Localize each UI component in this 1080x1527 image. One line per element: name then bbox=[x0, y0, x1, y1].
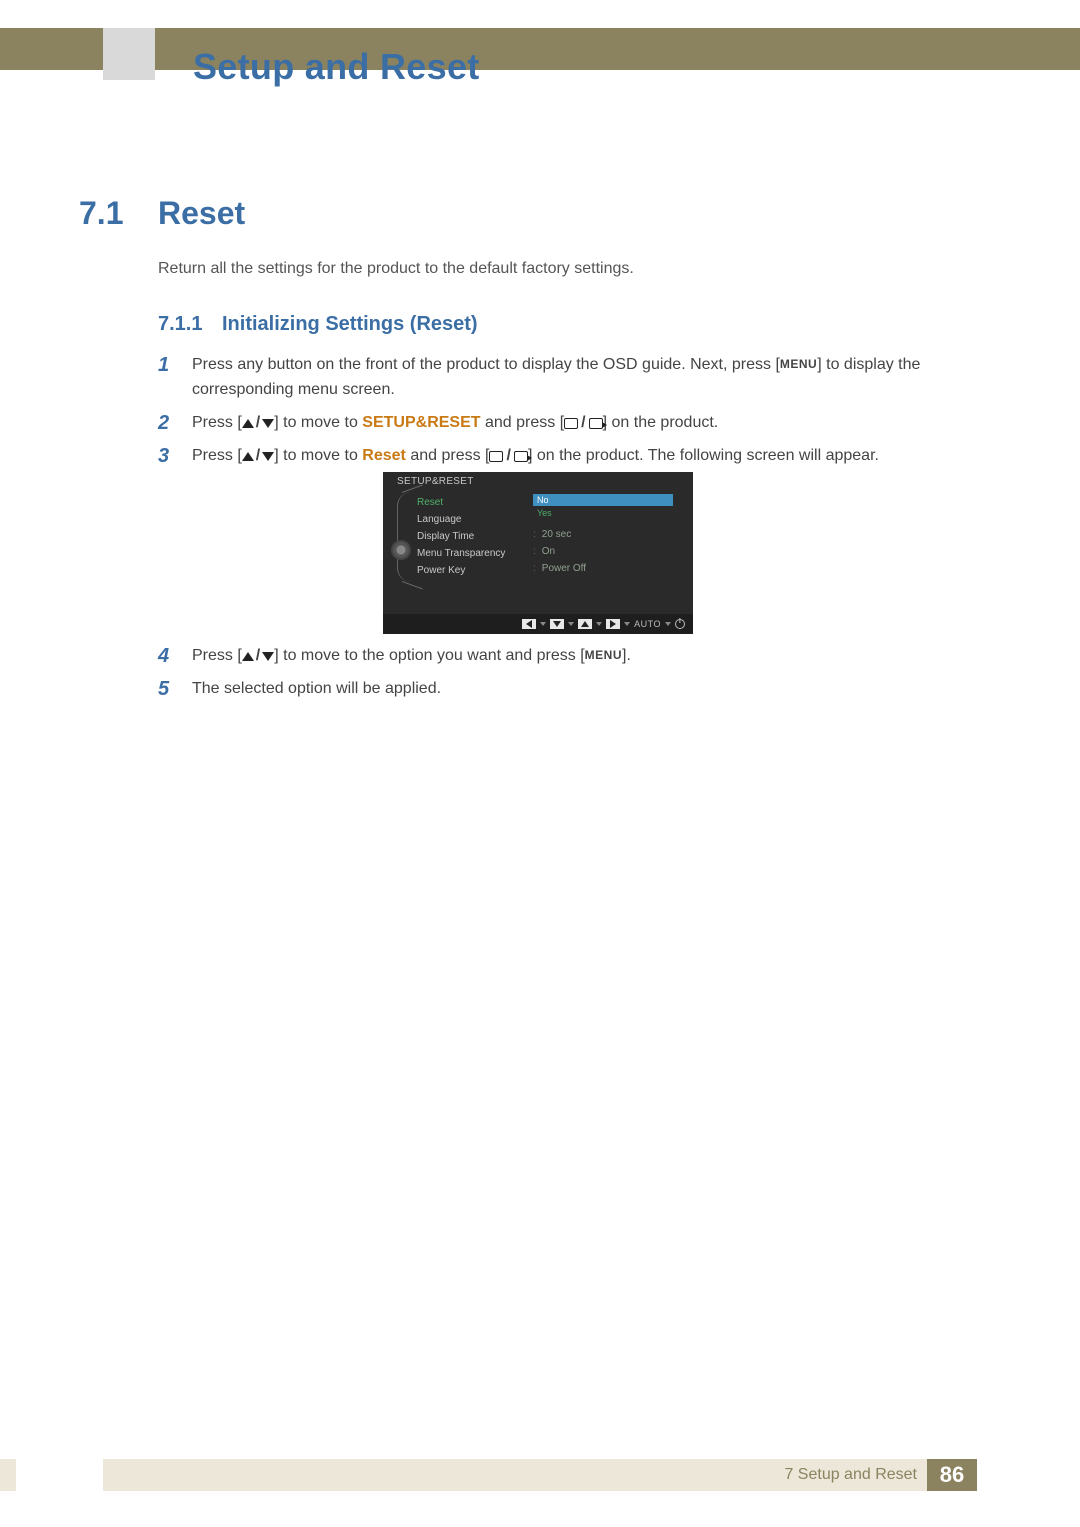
chevron-down-icon bbox=[624, 622, 630, 626]
step-2: 2 Press [/] to move to SETUP&RESET and p… bbox=[158, 411, 958, 436]
osd-item-display-time: Display Time bbox=[417, 528, 505, 545]
subsection-number: 7.1.1 bbox=[158, 313, 202, 336]
osd-values: :20 sec :On :Power Off bbox=[533, 526, 586, 577]
t: and press [ bbox=[481, 414, 565, 431]
header-band bbox=[0, 28, 1080, 70]
chapter-title: Setup and Reset bbox=[193, 46, 480, 88]
step-4: 4 Press [/] to move to the option you wa… bbox=[158, 644, 958, 669]
section-title: Reset bbox=[158, 195, 245, 232]
menu-button-label: MENU bbox=[585, 648, 622, 662]
t: ]. bbox=[622, 647, 631, 664]
step-text: Press [/] to move to the option you want… bbox=[192, 644, 958, 669]
step-number: 3 bbox=[158, 444, 192, 469]
t: and press [ bbox=[406, 447, 490, 464]
osd-option-no: No bbox=[533, 494, 673, 506]
osd-val-power-key: Power Off bbox=[542, 563, 586, 574]
osd-item-power-key: Power Key bbox=[417, 562, 505, 579]
keyword-reset: Reset bbox=[362, 447, 406, 464]
osd-reset-options: No Yes bbox=[533, 494, 673, 519]
chevron-down-icon bbox=[568, 622, 574, 626]
step-text: Press any button on the front of the pro… bbox=[192, 353, 958, 403]
page-number: 86 bbox=[927, 1459, 977, 1491]
osd-item-reset: Reset bbox=[417, 494, 505, 511]
osd-option-yes: Yes bbox=[533, 507, 673, 519]
osd-val-menu-transparency: On bbox=[542, 546, 555, 557]
step-number: 1 bbox=[158, 353, 192, 378]
t: ] on the product. bbox=[603, 414, 719, 431]
keyword-setup-reset: SETUP&RESET bbox=[362, 414, 480, 431]
step-number: 2 bbox=[158, 411, 192, 436]
up-down-icon: / bbox=[242, 411, 274, 436]
subsection-title: Initializing Settings (Reset) bbox=[222, 313, 478, 336]
osd-nav-bar: AUTO bbox=[383, 614, 693, 634]
up-down-icon: / bbox=[242, 644, 274, 669]
osd-item-language: Language bbox=[417, 511, 505, 528]
page-footer: 7 Setup and Reset 86 bbox=[103, 1459, 977, 1491]
step-number: 5 bbox=[158, 677, 192, 702]
osd-menu-items: Reset Language Display Time Menu Transpa… bbox=[417, 494, 505, 579]
power-icon bbox=[675, 619, 685, 629]
nav-exit-icon bbox=[522, 619, 536, 629]
t: ] to move to bbox=[274, 447, 362, 464]
nav-auto-label: AUTO bbox=[634, 619, 661, 629]
osd-screenshot: SETUP&RESET Reset Language Display Time … bbox=[383, 472, 693, 634]
nav-enter-icon bbox=[606, 619, 620, 629]
step-5: 5 The selected option will be applied. bbox=[158, 677, 958, 702]
t: Press [ bbox=[192, 414, 242, 431]
chevron-down-icon bbox=[540, 622, 546, 626]
step-number: 4 bbox=[158, 644, 192, 669]
menu-button-label: MENU bbox=[780, 357, 817, 371]
step-text: Press [/] to move to SETUP&RESET and pre… bbox=[192, 411, 958, 436]
gear-icon bbox=[393, 542, 409, 558]
t: Press any button on the front of the pro… bbox=[192, 356, 780, 373]
source-enter-icon: / bbox=[489, 444, 527, 469]
step-text: The selected option will be applied. bbox=[192, 677, 958, 702]
t: Press [ bbox=[192, 647, 242, 664]
t: ] to move to the option you want and pre… bbox=[274, 647, 584, 664]
t: ] on the product. The following screen w… bbox=[528, 447, 879, 464]
step-3: 3 Press [/] to move to Reset and press [… bbox=[158, 444, 958, 469]
osd-val-display-time: 20 sec bbox=[542, 529, 571, 540]
steps-list-upper: 1 Press any button on the front of the p… bbox=[158, 353, 958, 477]
section-intro: Return all the settings for the product … bbox=[158, 260, 634, 278]
nav-down-icon bbox=[550, 619, 564, 629]
nav-up-icon bbox=[578, 619, 592, 629]
footer-left-tab bbox=[0, 1459, 16, 1491]
step-1: 1 Press any button on the front of the p… bbox=[158, 353, 958, 403]
chevron-down-icon bbox=[596, 622, 602, 626]
t: ] to move to bbox=[274, 414, 362, 431]
chapter-icon-placeholder bbox=[103, 28, 155, 80]
up-down-icon: / bbox=[242, 444, 274, 469]
section-number: 7.1 bbox=[79, 195, 123, 232]
t: Press [ bbox=[192, 447, 242, 464]
step-text: Press [/] to move to Reset and press [/]… bbox=[192, 444, 958, 469]
osd-item-menu-transparency: Menu Transparency bbox=[417, 545, 505, 562]
source-enter-icon: / bbox=[564, 411, 602, 436]
osd-title: SETUP&RESET bbox=[397, 476, 474, 487]
chevron-down-icon bbox=[665, 622, 671, 626]
steps-list-lower: 4 Press [/] to move to the option you wa… bbox=[158, 644, 958, 710]
footer-chapter-text: 7 Setup and Reset bbox=[784, 1466, 917, 1484]
